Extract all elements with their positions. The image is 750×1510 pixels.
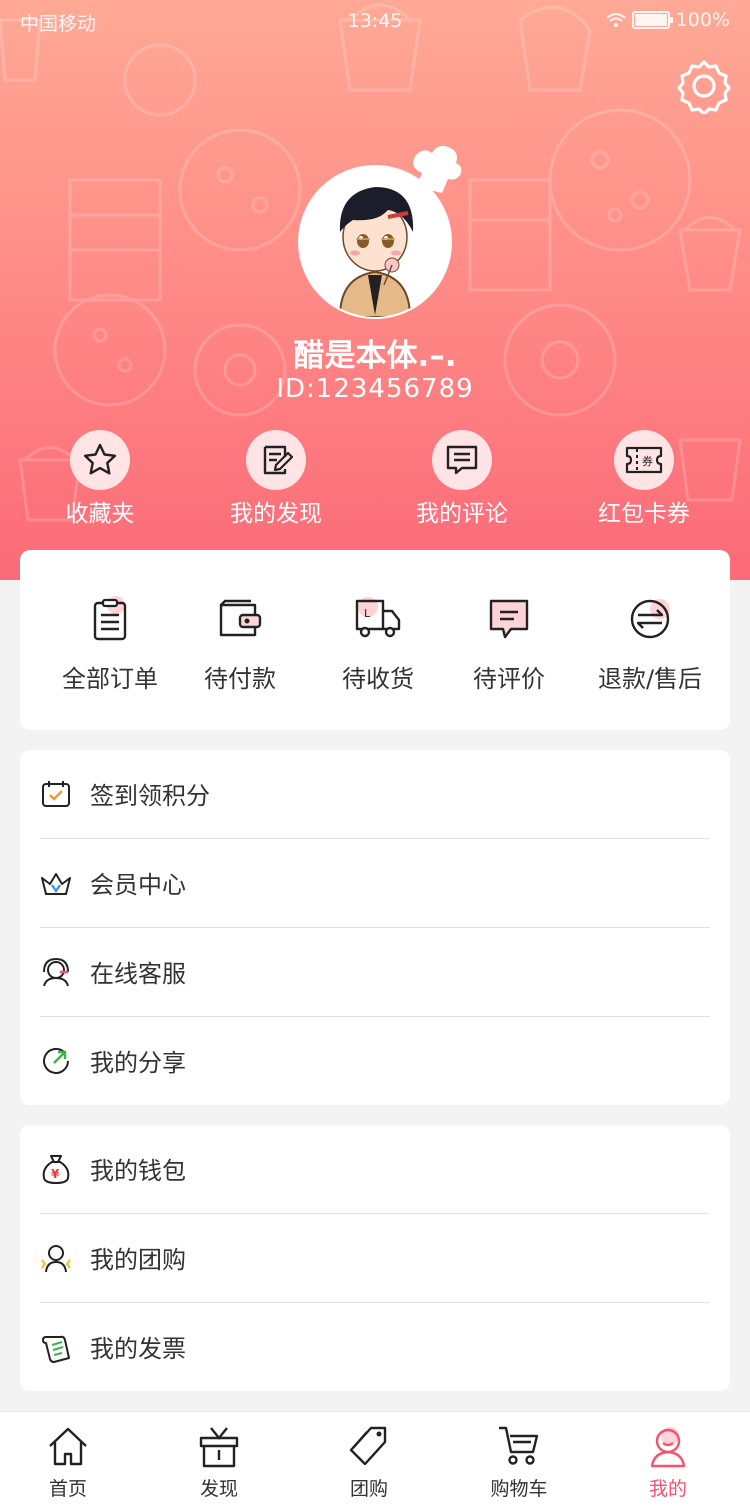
group-buy-icon [41, 1245, 71, 1273]
review-icon [489, 599, 529, 639]
wifi-icon [606, 13, 626, 27]
share-icon [43, 1047, 69, 1074]
order-all[interactable]: 全部订单 [40, 595, 180, 694]
menu-item-online-support[interactable]: 在线客服 [40, 928, 710, 1016]
refund-icon [630, 599, 670, 639]
bottom-tab-bar: 首页 发现 团购 购物车 我的 [0, 1411, 750, 1510]
order-pending-delivery[interactable]: L 待收货 [308, 595, 448, 694]
menu-item-my-shares[interactable]: 我的分享 [40, 1017, 710, 1105]
user-id: ID:123456789 [276, 374, 474, 404]
quick-action-comments[interactable]: 我的评论 [387, 430, 537, 528]
status-bar: 中国移动 13:45 100% [0, 0, 750, 44]
chef-hat-icon [413, 145, 462, 193]
orders-card: 全部订单 待付款 L 待收货 待评价 退款/售后 [20, 550, 730, 730]
tab-group-buy[interactable]: 团购 [294, 1424, 444, 1501]
quick-action-coupons[interactable]: 券 红包卡券 [569, 430, 719, 528]
svg-text:L: L [364, 607, 371, 620]
menu-item-membership-center[interactable]: 会员中心 [40, 839, 710, 927]
menu-item-label: 我的分享 [90, 1049, 186, 1077]
order-label: 全部订单 [62, 665, 158, 693]
wallet-icon [219, 599, 262, 637]
username: 醋是本体.–. [293, 338, 457, 374]
battery-icon [631, 11, 673, 29]
coupon-icon: 券 [625, 446, 663, 474]
tab-cart[interactable]: 购物车 [444, 1424, 594, 1501]
svg-text:¥: ¥ [51, 1167, 60, 1181]
status-indicators: 100% [606, 9, 730, 31]
tab-profile[interactable]: 我的 [593, 1424, 743, 1501]
order-label: 退款/售后 [597, 665, 703, 693]
money-bag-icon: ¥ [42, 1155, 70, 1185]
crown-icon [41, 873, 71, 895]
menu-card-services: 签到领积分 会员中心 在线客服 我的分享 [20, 750, 730, 1105]
order-refund[interactable]: 退款/售后 [580, 595, 720, 694]
settings-gear-icon[interactable] [676, 58, 732, 114]
clipboard-icon [93, 596, 127, 641]
svg-text:券: 券 [642, 454, 653, 468]
quick-actions-row: 收藏夹 我的发现 我的评论 券 红包卡券 [0, 430, 750, 530]
truck-icon: L [355, 597, 401, 638]
quick-action-label: 我的评论 [416, 501, 508, 527]
menu-item-group-buy[interactable]: 我的团购 [40, 1214, 710, 1302]
menu-item-label: 我的钱包 [90, 1157, 186, 1185]
profile-header: 中国移动 13:45 100% 醋是本体.–. ID:123456789 收藏夹… [0, 0, 750, 580]
comment-icon [446, 445, 478, 475]
tab-label: 购物车 [490, 1478, 548, 1500]
home-icon [49, 1427, 87, 1466]
menu-item-label: 在线客服 [90, 960, 186, 988]
headset-icon [43, 957, 69, 987]
avatar[interactable] [298, 145, 462, 319]
quick-action-label: 红包卡券 [598, 501, 690, 527]
invoice-icon [42, 1335, 70, 1363]
star-icon [83, 443, 117, 475]
tab-label: 团购 [349, 1478, 388, 1500]
menu-item-wallet[interactable]: ¥ 我的钱包 [40, 1125, 710, 1213]
menu-card-account: ¥ 我的钱包 我的团购 我的发票 [20, 1125, 730, 1391]
order-pending-payment[interactable]: 待付款 [170, 595, 310, 694]
edit-note-icon [263, 445, 294, 475]
user-icon [650, 1427, 686, 1468]
order-label: 待评价 [473, 665, 545, 693]
menu-item-label: 我的团购 [90, 1246, 186, 1274]
gift-box-icon [199, 1427, 239, 1468]
order-label: 待收货 [342, 665, 414, 693]
cart-icon [499, 1426, 539, 1465]
calendar-check-icon [42, 781, 70, 807]
quick-action-discoveries[interactable]: 我的发现 [201, 430, 351, 528]
tab-home[interactable]: 首页 [0, 1424, 143, 1501]
menu-item-label: 会员中心 [90, 871, 186, 899]
tab-discover[interactable]: 发现 [144, 1424, 294, 1501]
tab-label: 我的 [648, 1478, 687, 1500]
menu-item-label: 我的发票 [90, 1335, 186, 1363]
menu-item-invoices[interactable]: 我的发票 [40, 1303, 710, 1391]
tab-label: 发现 [199, 1478, 238, 1500]
quick-action-label: 我的发现 [230, 501, 322, 527]
order-label: 待付款 [204, 665, 276, 693]
menu-item-checkin-points[interactable]: 签到领积分 [40, 750, 710, 838]
battery-percent: 100% [675, 9, 730, 31]
order-pending-review[interactable]: 待评价 [439, 595, 579, 694]
quick-action-favorites[interactable]: 收藏夹 [25, 430, 175, 528]
quick-action-label: 收藏夹 [65, 501, 135, 527]
menu-item-label: 签到领积分 [90, 782, 210, 810]
tag-icon [349, 1426, 387, 1466]
tab-label: 首页 [48, 1478, 87, 1500]
